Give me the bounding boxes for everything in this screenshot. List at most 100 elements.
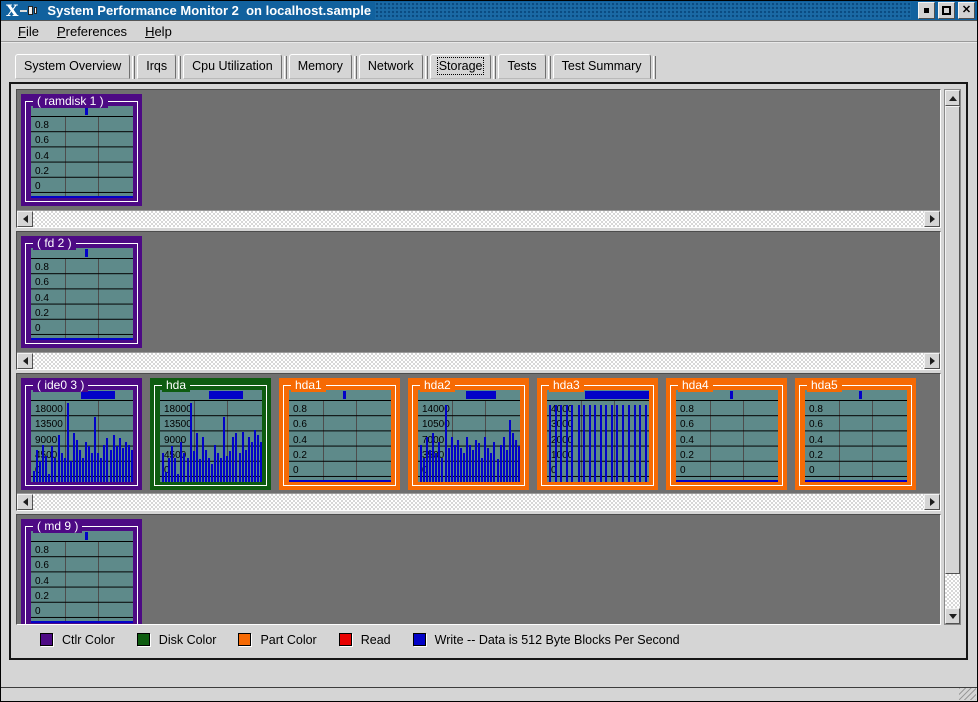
close-button[interactable]: ✕	[958, 2, 975, 19]
y-axis-label: 0.4	[35, 577, 49, 587]
tab-separator	[132, 56, 135, 79]
frame-divider	[1, 687, 977, 688]
y-axis-label: 13500	[164, 420, 192, 430]
data-spike	[457, 440, 459, 482]
y-axis-label: 0.4	[293, 436, 307, 446]
title-bar[interactable]: X System Performance Monitor 2 on localh…	[1, 1, 977, 21]
data-spike	[165, 472, 167, 482]
data-spike	[257, 435, 259, 482]
tab-system-overview[interactable]: System Overview	[15, 54, 130, 79]
scroll-up-button[interactable]	[945, 90, 960, 106]
data-spike	[438, 442, 440, 483]
chart-strip: ( fd 2 ) 0.80.60.40.20	[17, 232, 940, 352]
data-spike	[628, 405, 630, 482]
data-spike	[509, 420, 511, 482]
data-spike	[549, 405, 551, 482]
horizontal-scroll-track[interactable]	[33, 353, 924, 369]
chart-hda1: hda1 0.80.60.40.20	[279, 378, 400, 490]
zero-baseline	[31, 338, 133, 340]
chart-hda5: hda5 0.80.60.40.20	[795, 378, 916, 490]
chart-grid: 0.80.60.40.20	[289, 401, 391, 477]
chart-strip: ( ramdisk 1 ) 0.80.60.40.20	[17, 90, 940, 210]
data-spike	[100, 458, 102, 482]
data-spike	[51, 446, 53, 482]
data-spike	[490, 453, 492, 482]
data-spike	[472, 450, 474, 482]
horizontal-scrollbar[interactable]	[17, 493, 940, 510]
horizontal-scrollbar[interactable]	[17, 210, 940, 227]
tab-memory[interactable]: Memory	[289, 54, 352, 79]
vertical-scroll-thumb[interactable]	[945, 106, 960, 574]
zero-baseline	[31, 621, 133, 623]
scroll-right-button[interactable]	[924, 353, 940, 369]
data-spike	[220, 458, 222, 482]
legend-item-part: Part Color	[238, 633, 316, 647]
scroll-down-button[interactable]	[945, 608, 960, 624]
tab-tests[interactable]: Tests	[498, 54, 545, 79]
y-axis-label: 0.6	[35, 561, 49, 571]
titlebar-texture	[375, 2, 911, 19]
data-spike	[45, 456, 47, 482]
resize-grip[interactable]	[959, 688, 976, 700]
data-spike	[36, 450, 38, 482]
data-spike	[171, 446, 173, 482]
y-axis-label: 0.4	[35, 294, 49, 304]
data-spike	[460, 448, 462, 482]
data-spike	[611, 405, 613, 482]
scroll-right-button[interactable]	[924, 494, 940, 510]
tab-test-summary[interactable]: Test Summary	[553, 54, 651, 79]
tab-cpu-utilization[interactable]: Cpu Utilization	[183, 54, 282, 79]
data-spike	[512, 433, 514, 482]
maximize-button[interactable]	[938, 2, 955, 19]
scroll-left-button[interactable]	[17, 353, 33, 369]
data-spike	[560, 405, 562, 482]
scroll-right-button[interactable]	[924, 211, 940, 227]
y-axis-label: 0.4	[680, 436, 694, 446]
tab-irqs[interactable]: Irqs	[137, 54, 176, 79]
data-spike	[429, 450, 431, 482]
data-spike	[515, 440, 517, 482]
tab-separator	[284, 56, 287, 79]
vertical-scroll-track[interactable]	[945, 574, 960, 608]
chart-grid: 0.80.60.40.20	[31, 542, 133, 618]
data-spike	[205, 450, 207, 482]
window-menu-pushpin-icon[interactable]	[20, 6, 37, 15]
horizontal-scrollbar[interactable]	[17, 352, 940, 369]
y-axis-label: 0.2	[809, 451, 823, 461]
horizontal-scroll-track[interactable]	[33, 211, 924, 227]
data-spike	[497, 459, 499, 482]
read-color-swatch	[339, 633, 352, 646]
arrow-left-icon	[23, 215, 28, 223]
chart-area: 40003000200010000	[547, 390, 649, 482]
data-spike	[500, 445, 502, 482]
data-spike	[589, 405, 591, 482]
tab-network[interactable]: Network	[359, 54, 423, 79]
data-spike	[481, 458, 483, 482]
data-spike	[214, 445, 216, 482]
data-spike	[131, 450, 133, 482]
tab-storage[interactable]: Storage	[430, 54, 492, 79]
data-spike	[451, 437, 453, 482]
chart-position-marker	[85, 249, 88, 257]
y-axis-label: 0	[35, 607, 41, 617]
minimize-button[interactable]	[918, 2, 935, 19]
storage-row: ( ide0 3 ) 1800013500900045000 hda 18000…	[16, 373, 941, 511]
data-spike	[420, 445, 422, 482]
data-spike	[616, 405, 618, 482]
scroll-left-button[interactable]	[17, 494, 33, 510]
vertical-scrollbar[interactable]	[944, 89, 961, 625]
data-spike	[85, 442, 87, 483]
chart-grid: 0.80.60.40.20	[676, 401, 778, 477]
menu-preferences[interactable]: Preferences	[48, 22, 136, 41]
chart-plot: 0.80.60.40.20	[31, 259, 133, 340]
arrow-right-icon	[930, 215, 935, 223]
horizontal-scroll-track[interactable]	[33, 494, 924, 510]
menu-file[interactable]: File	[9, 22, 48, 41]
menu-help[interactable]: Help	[136, 22, 181, 41]
data-spike	[64, 458, 66, 482]
arrow-left-icon	[23, 357, 28, 365]
data-spike	[162, 453, 164, 482]
scroll-left-button[interactable]	[17, 211, 33, 227]
chart-md-9: ( md 9 ) 0.80.60.40.20	[21, 519, 142, 624]
data-spike	[82, 458, 84, 482]
